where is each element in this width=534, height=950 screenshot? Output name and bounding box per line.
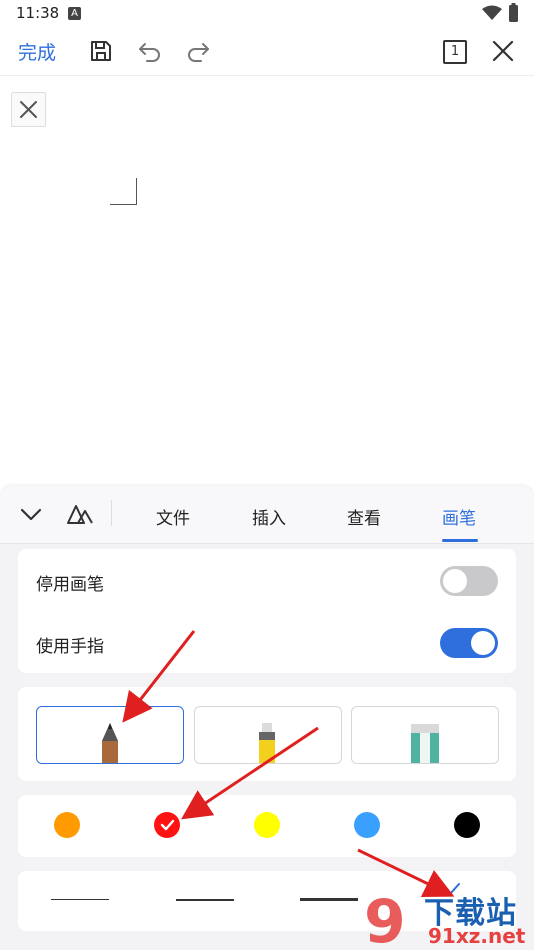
tab-insert[interactable]: 插入	[252, 504, 286, 529]
toggle-knob	[471, 631, 495, 655]
watermark-url: 91xz.net	[428, 924, 526, 948]
disable-pen-toggle[interactable]	[440, 566, 498, 596]
tab-pen[interactable]: 画笔	[442, 504, 476, 529]
close-icon	[20, 101, 37, 118]
toolbar-divider	[0, 75, 534, 76]
thickness-thick[interactable]	[300, 898, 358, 901]
pen-mode-icon[interactable]	[66, 503, 94, 525]
status-time: 11:38	[16, 4, 60, 22]
check-icon	[160, 819, 175, 831]
toggle-knob	[443, 569, 467, 593]
highlighter-icon	[259, 723, 275, 763]
watermark: 9 下载站 91xz.net	[362, 886, 534, 950]
done-button[interactable]: 完成	[18, 38, 56, 65]
chevron-down-icon[interactable]	[20, 506, 42, 522]
watermark-logo: 9	[364, 887, 406, 950]
highlighter-option[interactable]	[194, 706, 342, 764]
tab-divider	[111, 500, 112, 526]
tab-file[interactable]: 文件	[156, 504, 190, 529]
undo-icon[interactable]	[138, 40, 162, 62]
use-finger-label: 使用手指	[36, 637, 104, 657]
tab-view[interactable]: 查看	[347, 504, 381, 529]
page-corner-mark	[110, 178, 137, 205]
eraser-icon	[411, 724, 439, 763]
color-orange[interactable]	[54, 812, 80, 838]
wifi-icon	[482, 5, 502, 20]
svg-text:9: 9	[364, 887, 406, 950]
redo-icon[interactable]	[186, 40, 210, 62]
color-black[interactable]	[454, 812, 480, 838]
color-blue[interactable]	[354, 812, 380, 838]
status-bar: 11:38 A	[0, 0, 534, 28]
disable-pen-label: 停用画笔	[36, 575, 104, 595]
color-red[interactable]	[154, 812, 180, 838]
save-icon[interactable]	[89, 39, 113, 63]
pencil-icon	[102, 723, 118, 763]
page-count-button[interactable]: 1	[443, 40, 467, 64]
close-icon[interactable]	[492, 40, 514, 62]
color-yellow[interactable]	[254, 812, 280, 838]
pencil-option[interactable]	[36, 706, 184, 764]
thickness-medium[interactable]	[176, 899, 234, 901]
thickness-thin[interactable]	[51, 899, 109, 900]
eraser-option[interactable]	[351, 706, 499, 764]
tab-active-indicator	[442, 539, 478, 542]
doc-close-button[interactable]	[11, 92, 46, 127]
a-letter-icon: A	[68, 7, 81, 20]
use-finger-toggle[interactable]	[440, 628, 498, 658]
battery-icon	[509, 3, 518, 22]
